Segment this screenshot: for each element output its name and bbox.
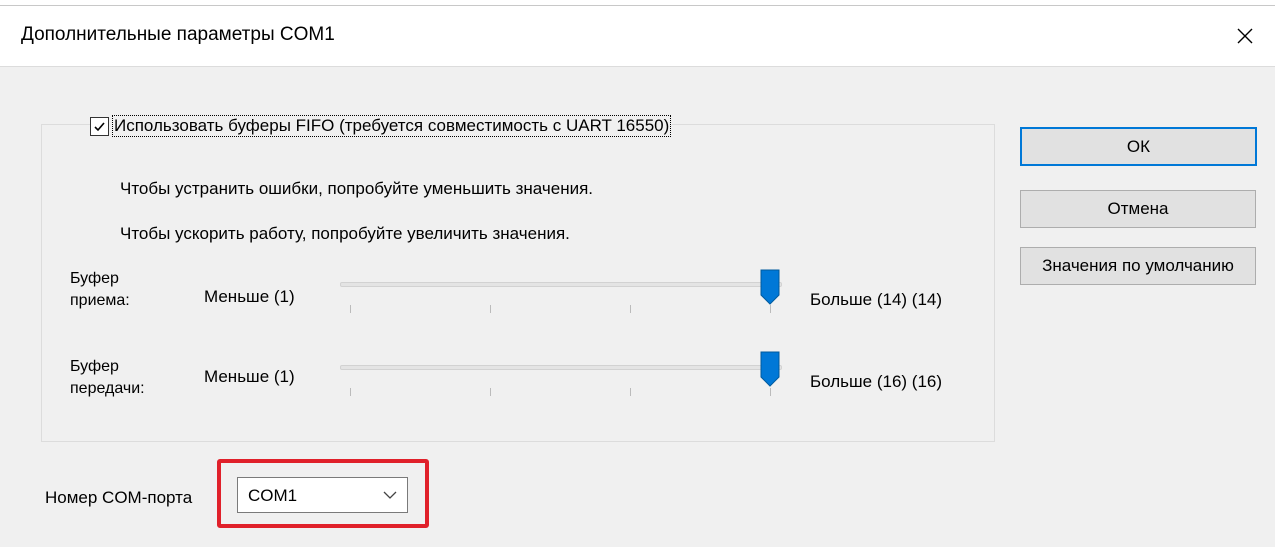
receive-min-label: Меньше (1) [204,287,295,306]
close-icon [1237,28,1253,44]
receive-slider-tick [350,305,351,313]
title-bar: Дополнительные параметры COM1 [0,6,1275,67]
transmit-slider-tick [490,388,491,396]
transmit-slider-tick [770,388,771,396]
checkmark-icon [94,121,105,131]
transmit-max-label: Больше (16) (16) [810,372,943,391]
fifo-checkbox[interactable] [90,116,109,136]
cancel-button[interactable]: Отмена [1020,190,1256,228]
receive-slider-thumb[interactable] [760,269,780,305]
transmit-slider-tick [350,388,351,396]
hint-speed: Чтобы ускорить работу, попробуйте увелич… [120,224,570,243]
receive-slider-tick [770,305,771,313]
com-port-label: Номер COM-порта [45,488,193,507]
transmit-slider-tick [630,388,631,396]
ok-button[interactable]: ОК [1020,127,1257,166]
transmit-min-label: Меньше (1) [204,367,295,386]
com-port-value: COM1 [248,486,298,505]
hint-errors: Чтобы устранить ошибки, попробуйте умень… [120,179,594,198]
window-title: Дополнительные параметры COM1 [21,24,335,45]
transmit-slider-thumb[interactable] [760,351,780,387]
transmit-buffer-label: Буфер передачи: [70,358,145,397]
receive-slider-tick [630,305,631,313]
fifo-label[interactable]: Использовать буферы FIFO (требуется совм… [111,115,672,137]
fifo-checkbox-row[interactable]: Использовать буферы FIFO (требуется совм… [90,115,673,137]
receive-slider-tick [490,305,491,313]
chevron-down-icon [383,491,397,499]
com-port-select[interactable]: COM1 [237,477,408,513]
receive-value: (14) [911,290,943,309]
receive-buffer-label: Буфер приема: [70,270,130,309]
close-button[interactable] [1225,14,1265,58]
transmit-slider-track[interactable] [340,365,782,370]
restore-defaults-button[interactable]: Значения по умолчанию [1020,247,1256,285]
receive-slider-track[interactable] [340,282,782,287]
receive-max-label: Больше (14) (14) [810,290,943,309]
transmit-value: (16) [911,372,943,391]
